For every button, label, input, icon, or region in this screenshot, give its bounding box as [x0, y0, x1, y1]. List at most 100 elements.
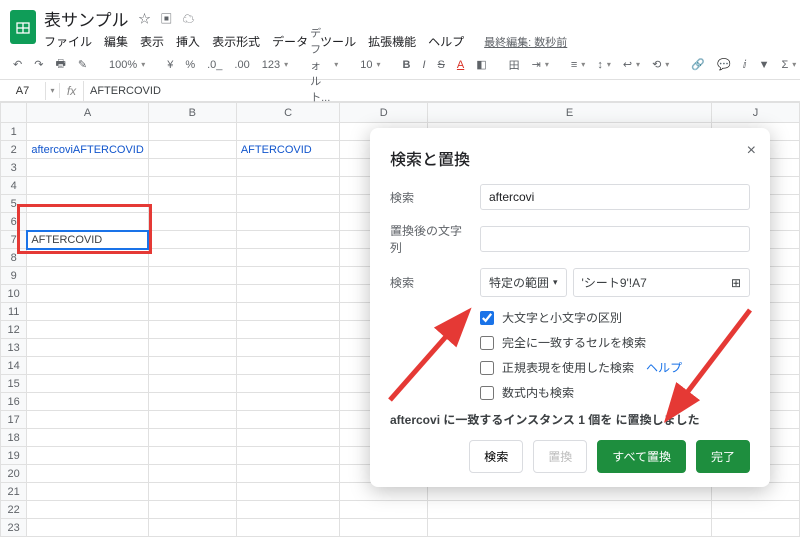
search-input[interactable]: [480, 184, 750, 210]
dialog-title: 検索と置換: [390, 146, 750, 170]
fill-color-icon[interactable]: ◧: [473, 56, 489, 73]
row-header[interactable]: 6: [1, 213, 27, 231]
row-header[interactable]: 23: [1, 519, 27, 537]
menu-extensions[interactable]: 拡張機能: [368, 33, 416, 50]
col-header[interactable]: E: [428, 103, 712, 123]
name-box[interactable]: A7: [0, 82, 46, 100]
text-color-button[interactable]: A: [454, 57, 467, 73]
number-format[interactable]: 123: [259, 57, 291, 73]
merge-icon[interactable]: ⇥: [529, 56, 552, 73]
redo-icon[interactable]: ↷: [31, 56, 46, 73]
checkbox-regex[interactable]: 正規表現を使用した検索ヘルプ: [480, 359, 750, 376]
checkbox-exact[interactable]: 完全に一致するセルを検索: [480, 334, 750, 351]
row-header[interactable]: 9: [1, 267, 27, 285]
row-header[interactable]: 11: [1, 303, 27, 321]
row-header[interactable]: 3: [1, 159, 27, 177]
formula-input[interactable]: AFTERCOVID: [84, 82, 800, 100]
range-picker-icon[interactable]: ⊞: [731, 276, 741, 290]
row-header[interactable]: 4: [1, 177, 27, 195]
row-header[interactable]: 5: [1, 195, 27, 213]
rotate-icon[interactable]: ⟲: [649, 56, 672, 73]
menu-view[interactable]: 表示: [140, 33, 164, 50]
row-header[interactable]: 19: [1, 447, 27, 465]
replace-input[interactable]: [480, 226, 750, 252]
col-header[interactable]: J: [711, 103, 799, 123]
menu-bar: ファイル 編集 表示 挿入 表示形式 データ ツール 拡張機能 ヘルプ 最終編集…: [44, 33, 567, 50]
find-button[interactable]: 検索: [469, 440, 523, 473]
font-size[interactable]: 10: [357, 57, 383, 73]
functions-icon[interactable]: Σ: [778, 57, 799, 73]
toolbar: ↶ ↷ 🖶 ✎ 100% ¥ % .0_ .00 123 デフォルト... 10…: [0, 50, 800, 80]
strike-button[interactable]: S: [435, 57, 448, 73]
menu-file[interactable]: ファイル: [44, 33, 92, 50]
label-search: 検索: [390, 189, 470, 206]
chart-icon[interactable]: ⅈ: [740, 56, 750, 73]
formula-bar: A7 ▾ fx AFTERCOVID: [0, 80, 800, 102]
sheets-app-icon[interactable]: [10, 10, 36, 44]
undo-icon[interactable]: ↶: [10, 56, 25, 73]
find-replace-dialog: 検索と置換 × 検索 置換後の文字列 検索 特定の範囲▾ 'シート9'!A7⊞ …: [370, 128, 770, 487]
row-header[interactable]: 14: [1, 357, 27, 375]
row-header[interactable]: 22: [1, 501, 27, 519]
cell-a7-active[interactable]: AFTERCOVID: [27, 231, 148, 249]
currency-format[interactable]: ¥: [164, 57, 176, 73]
col-header[interactable]: A: [27, 103, 148, 123]
filter-icon[interactable]: ▼: [756, 57, 773, 73]
row-header[interactable]: 13: [1, 339, 27, 357]
menu-help[interactable]: ヘルプ: [428, 33, 464, 50]
row-header[interactable]: 16: [1, 393, 27, 411]
name-box-dropdown[interactable]: ▾: [46, 83, 60, 98]
row-header[interactable]: 12: [1, 321, 27, 339]
menu-format[interactable]: 表示形式: [212, 33, 260, 50]
col-header[interactable]: B: [148, 103, 236, 123]
cell-a2[interactable]: aftercoviAFTERCOVID: [27, 141, 148, 159]
paint-format-icon[interactable]: ✎: [75, 56, 90, 73]
close-icon[interactable]: ×: [747, 142, 756, 160]
menu-edit[interactable]: 編集: [104, 33, 128, 50]
done-button[interactable]: 完了: [696, 440, 750, 473]
zoom-select[interactable]: 100%: [106, 57, 148, 73]
cell-c2[interactable]: AFTERCOVID: [236, 141, 339, 159]
move-icon[interactable]: ▣: [161, 10, 173, 27]
star-icon[interactable]: ☆: [139, 10, 151, 27]
link-icon[interactable]: 🔗: [688, 56, 708, 73]
row-header[interactable]: 8: [1, 249, 27, 267]
checkbox-formula[interactable]: 数式内も検索: [480, 384, 750, 401]
doc-title[interactable]: 表サンプル: [44, 6, 129, 31]
bold-button[interactable]: B: [400, 57, 414, 73]
last-edit-link[interactable]: 最終編集: 数秒前: [484, 34, 567, 50]
regex-help-link[interactable]: ヘルプ: [646, 359, 682, 376]
checkbox-case[interactable]: 大文字と小文字の区別: [480, 309, 750, 326]
row-header[interactable]: 15: [1, 375, 27, 393]
halign-icon[interactable]: ≡: [568, 57, 588, 73]
row-header[interactable]: 21: [1, 483, 27, 501]
row-header[interactable]: 2: [1, 141, 27, 159]
row-header[interactable]: 18: [1, 429, 27, 447]
print-icon[interactable]: 🖶: [52, 53, 68, 76]
scope-select[interactable]: 特定の範囲▾: [480, 268, 567, 297]
dec-increase[interactable]: .00: [231, 57, 252, 73]
status-message: aftercovi に一致するインスタンス 1 個を に置換しました: [390, 411, 750, 428]
row-header[interactable]: 17: [1, 411, 27, 429]
replace-all-button[interactable]: すべて置換: [597, 440, 686, 473]
menu-insert[interactable]: 挿入: [176, 33, 200, 50]
valign-icon[interactable]: ↕: [594, 57, 614, 73]
italic-button[interactable]: I: [419, 57, 428, 73]
percent-format[interactable]: %: [182, 57, 198, 73]
range-input[interactable]: 'シート9'!A7⊞: [573, 268, 750, 297]
row-header[interactable]: 10: [1, 285, 27, 303]
cloud-icon[interactable]: ☁: [183, 10, 195, 27]
col-header[interactable]: D: [340, 103, 428, 123]
fx-icon: fx: [60, 81, 84, 101]
wrap-icon[interactable]: ↩: [620, 56, 643, 73]
borders-icon[interactable]: 田: [506, 55, 523, 75]
row-header[interactable]: 20: [1, 465, 27, 483]
row-header[interactable]: 1: [1, 123, 27, 141]
label-scope: 検索: [390, 274, 470, 291]
comment-icon[interactable]: 💬: [714, 56, 734, 73]
menu-data[interactable]: データ: [272, 33, 308, 50]
replace-button[interactable]: 置換: [533, 440, 587, 473]
dec-decrease[interactable]: .0_: [204, 57, 225, 73]
row-header[interactable]: 7: [1, 231, 27, 249]
col-header[interactable]: C: [236, 103, 339, 123]
